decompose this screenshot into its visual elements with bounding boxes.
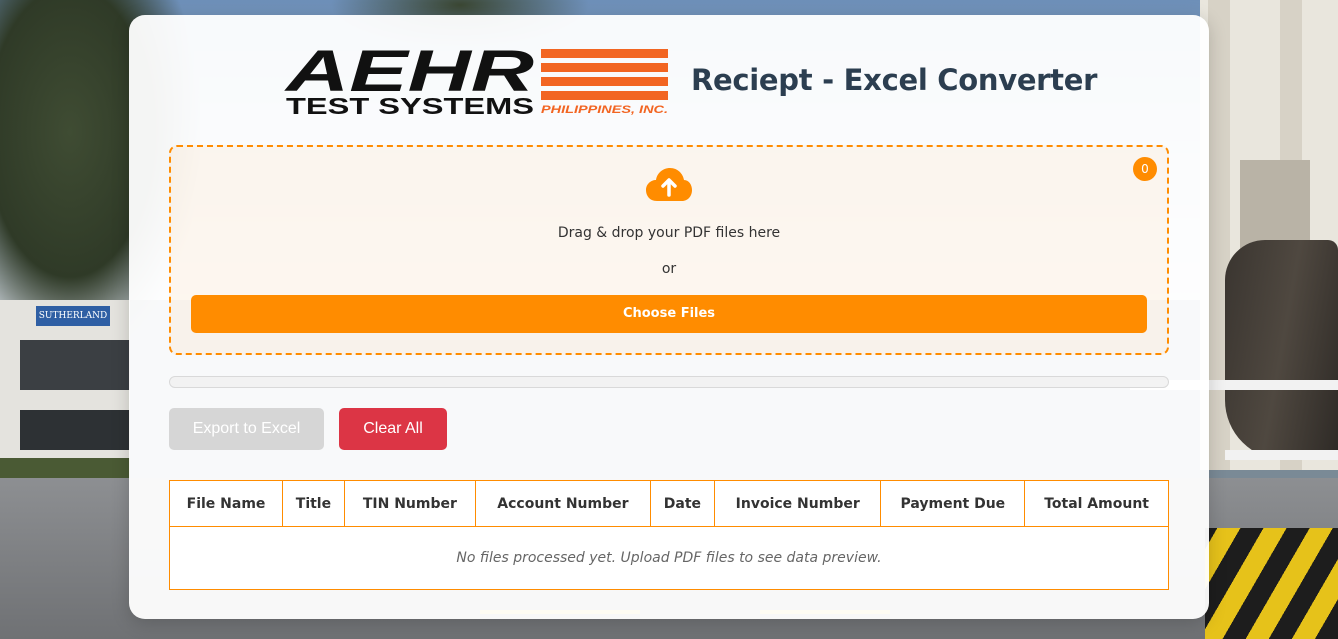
progress-bar	[169, 376, 1169, 388]
striped-ramp	[1205, 528, 1338, 639]
logo-stripe	[541, 77, 668, 86]
logo-stripe	[541, 63, 668, 72]
column-header-total-amount: Total Amount	[1024, 480, 1169, 527]
empty-table-message: No files processed yet. Upload PDF files…	[169, 526, 1169, 590]
dropzone-instruction: Drag & drop your PDF files here	[557, 225, 781, 241]
header: AEHR TEST SYSTEMS PHILIPPINES, INC. Reci…	[284, 45, 1097, 117]
dropzone-or-text: or	[661, 261, 677, 277]
building-window	[20, 410, 130, 450]
page-title: Reciept - Excel Converter	[691, 63, 1098, 97]
column-header-tin-number: TIN Number	[343, 480, 476, 527]
file-dropzone[interactable]: 0 Drag & drop your PDF files here or Cho…	[169, 145, 1169, 355]
company-logo: AEHR TEST SYSTEMS PHILIPPINES, INC.	[284, 45, 668, 117]
hedge	[0, 458, 130, 478]
column-header-title: Title	[282, 480, 345, 527]
column-header-file-name: File Name	[168, 480, 284, 527]
clear-all-button[interactable]: Clear All	[339, 408, 447, 450]
column-header-payment-due: Payment Due	[880, 480, 1026, 527]
column-header-account-number: Account Number	[474, 480, 651, 527]
file-count-badge: 0	[1133, 157, 1157, 181]
choose-files-button[interactable]: Choose Files	[191, 295, 1147, 333]
column-header-invoice-number: Invoice Number	[713, 480, 882, 527]
logo-sub-text: TEST SYSTEMS	[286, 93, 534, 117]
export-to-excel-button[interactable]: Export to Excel	[169, 408, 324, 450]
converter-card: AEHR TEST SYSTEMS PHILIPPINES, INC. Reci…	[129, 15, 1209, 619]
cloud-upload-icon	[646, 168, 692, 201]
barrier-rail	[1225, 450, 1338, 460]
logo-stripe	[541, 49, 668, 58]
table-header-row: File Name Title TIN Number Account Numbe…	[168, 480, 1169, 527]
building-sign: SUTHERLAND	[36, 306, 110, 326]
logo-company-text: PHILIPPINES, INC.	[541, 104, 668, 116]
column-header-date: Date	[649, 480, 715, 527]
tree-trunk	[1225, 240, 1338, 460]
table-row: No files processed yet. Upload PDF files…	[169, 526, 1169, 590]
logo-stripe	[541, 91, 668, 100]
data-preview-table: File Name Title TIN Number Account Numbe…	[168, 480, 1169, 590]
building-window	[20, 340, 130, 390]
